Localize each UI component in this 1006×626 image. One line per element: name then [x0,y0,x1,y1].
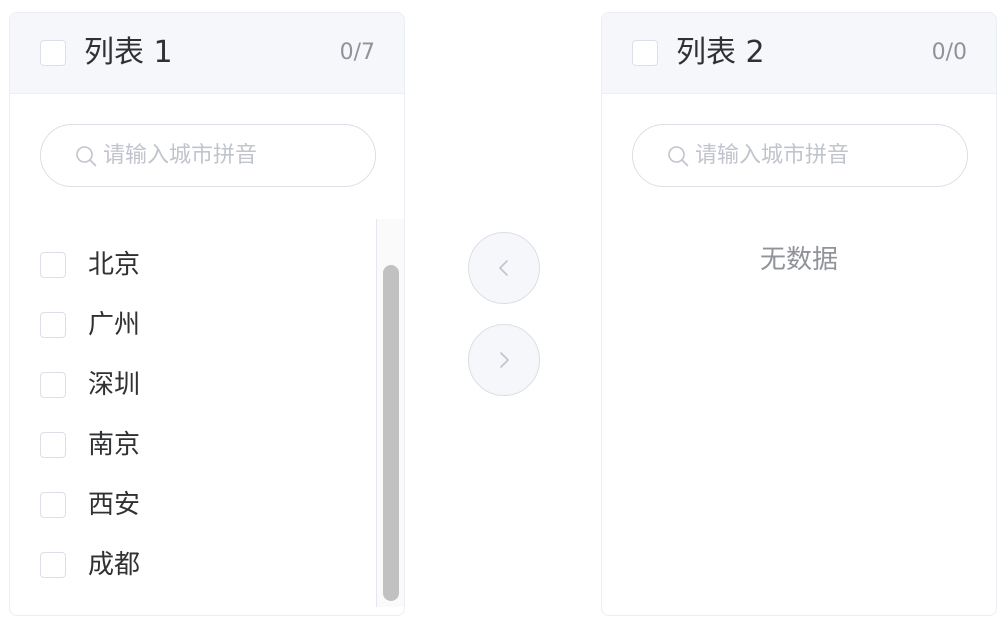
list-item[interactable]: 成都 [10,540,370,590]
item-checkbox[interactable] [40,432,66,458]
target-list-header: 列表 2 0/0 [602,13,996,94]
list-item[interactable]: 广州 [10,300,370,350]
search-icon [668,146,689,167]
chevron-right-icon [500,352,509,368]
item-label: 南京 [88,430,141,460]
item-checkbox[interactable] [40,312,66,338]
source-list-count: 0/7 [339,40,375,65]
target-list-title: 列表 2 [676,35,765,70]
target-list-panel: 列表 2 0/0 无数据 [601,12,997,616]
item-label: 西安 [88,490,141,520]
source-list-header: 列表 1 0/7 [10,13,404,94]
source-select-all-checkbox[interactable] [40,40,66,66]
source-list-title: 列表 1 [84,35,173,70]
scrollbar-thumb[interactable] [383,265,399,601]
target-select-all-checkbox[interactable] [632,40,658,66]
target-search-box[interactable] [632,124,968,187]
item-label: 广州 [88,310,141,340]
list-item[interactable]: 深圳 [10,360,370,410]
move-to-left-button[interactable] [468,232,540,304]
list-item[interactable]: 南京 [10,420,370,470]
target-list-count: 0/0 [931,40,967,65]
list-item[interactable]: 北京 [10,240,370,290]
item-checkbox[interactable] [40,372,66,398]
item-checkbox[interactable] [40,252,66,278]
source-list-scrollbar[interactable] [376,219,404,607]
source-list-panel: 列表 1 0/7 北京 广州 深圳 南京 西安 [9,12,405,616]
item-label: 成都 [88,550,141,580]
move-to-right-button[interactable] [468,324,540,396]
item-checkbox[interactable] [40,552,66,578]
item-label: 深圳 [88,370,141,400]
empty-state-text: 无数据 [759,245,838,275]
chevron-left-icon [499,260,508,276]
source-list: 北京 广州 深圳 南京 西安 成都 [10,219,404,607]
target-search-input[interactable] [695,139,945,171]
item-checkbox[interactable] [40,492,66,518]
item-label: 北京 [88,250,141,280]
search-icon [76,146,97,167]
source-search-input[interactable] [103,139,353,171]
source-search-box[interactable] [40,124,376,187]
list-item[interactable]: 西安 [10,480,370,530]
